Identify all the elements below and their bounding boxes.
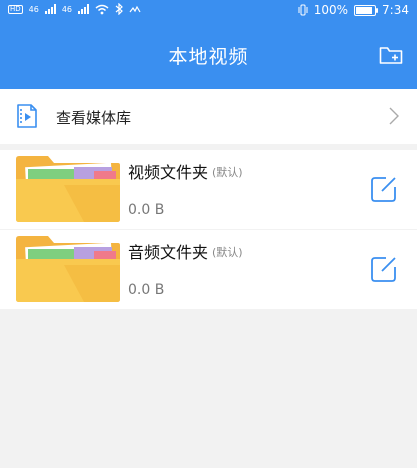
signal-bars-2-icon [78,4,90,14]
folder-name: 音频文件夹 [128,243,209,262]
status-right: 100% 7:34 [298,3,409,17]
folder-name: 视频文件夹 [128,163,209,182]
folder-size: 0.0 B [128,202,165,218]
bluetooth-icon [115,3,123,15]
media-library-label: 查看媒体库 [56,109,132,127]
status-left: HD 46 46 [8,3,141,15]
folder-size: 0.0 B [128,282,165,298]
add-folder-icon[interactable] [379,45,403,65]
media-library-icon [17,104,37,128]
edit-icon[interactable] [369,173,399,203]
page-title: 本地视频 [168,46,249,68]
folder-list: 视频文件夹 (默认) 0.0 B 音频文件夹 (默认) 0.0 B [0,150,417,309]
chevron-right-icon [389,107,399,125]
default-tag: (默认) [212,246,243,259]
vibration-mode-icon [298,4,308,16]
media-library-row[interactable]: 查看媒体库 [0,89,417,144]
folder-item-audio[interactable]: 音频文件夹 (默认) 0.0 B [0,230,417,309]
wifi-icon [95,4,109,14]
edit-icon[interactable] [369,253,399,283]
battery-icon [354,4,379,16]
folder-item-video[interactable]: 视频文件夹 (默认) 0.0 B [0,150,417,229]
clock: 7:34 [382,3,409,17]
status-bar: HD 46 46 100% 7:34 [0,0,417,22]
battery-percent: 100% [313,3,349,17]
app-header: HD 46 46 100% 7:34 本地视频 [0,0,417,89]
folder-icon [16,156,120,222]
folder-title: 视频文件夹 (默认) [128,159,243,183]
vibrate-icon [129,5,141,13]
network-type-2: 46 [61,4,73,14]
sim1-hd-badge: HD [8,4,23,14]
network-type-1: 46 [28,4,39,14]
default-tag: (默认) [212,166,243,179]
folder-title: 音频文件夹 (默认) [128,239,243,263]
signal-bars-1-icon [44,4,56,14]
folder-icon [16,236,120,302]
